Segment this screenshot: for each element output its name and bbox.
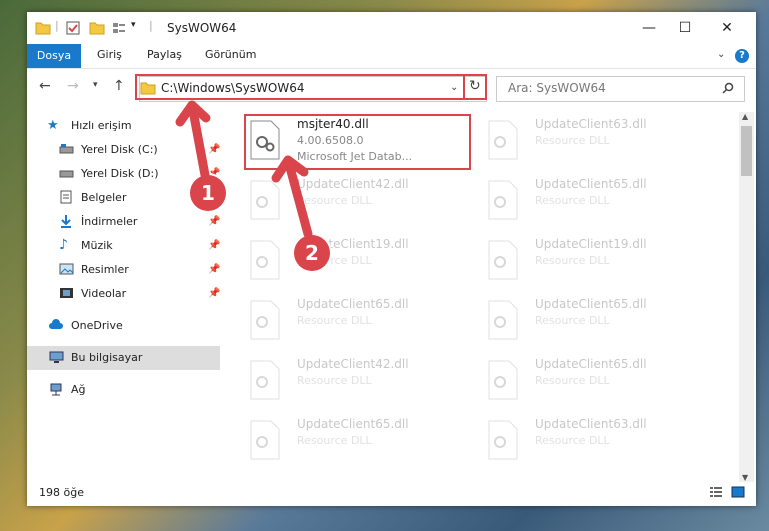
- arrow-to-dll-file: [271, 155, 313, 239]
- annotation-arrows: [175, 100, 313, 239]
- arrow-to-address-bar: [175, 100, 211, 180]
